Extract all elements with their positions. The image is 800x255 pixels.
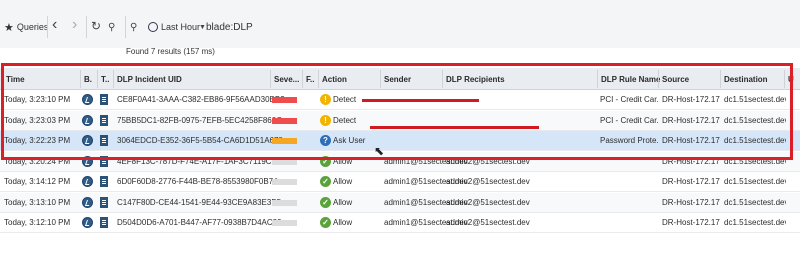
uid-cell: C147F80D-CE44-1541-9E44-93CE9A83E3B5	[117, 197, 282, 207]
time-cell: Today, 3:14:12 PM	[4, 177, 71, 186]
refresh-icon[interactable]: ↻	[91, 19, 101, 33]
time-range-selector[interactable]: Last Hour	[161, 20, 200, 34]
blade-icon	[82, 217, 93, 228]
toolbar: ★ Queries ‹ › ↻ ⚲ ⚲ Last Hour ▼ Found 7 …	[0, 0, 800, 56]
source-cell: DR-Host-172.17...	[662, 218, 720, 227]
search-icon[interactable]: ⚲	[130, 20, 137, 34]
severity-bar	[272, 199, 297, 206]
log-viewer: ★ Queries ‹ › ↻ ⚲ ⚲ Last Hour ▼ Found 7 …	[0, 0, 800, 255]
table-row[interactable]: Today, 3:14:12 PM 6D0F60D8-2776-F44B-BE78…	[0, 172, 800, 192]
back-icon[interactable]: ‹	[52, 16, 57, 33]
forward-icon[interactable]: ›	[72, 16, 77, 33]
case-search-icon[interactable]: ⚲	[108, 20, 115, 34]
table-row[interactable]: Today, 3:13:10 PM C147F80D-CE44-1541-9E44…	[0, 192, 800, 213]
annotation-highlight-box	[1, 63, 793, 160]
action-label: Allow	[333, 177, 353, 186]
queries-button[interactable]: ★ Queries	[4, 20, 48, 34]
row-divider	[0, 232, 800, 233]
severity-bar	[272, 179, 297, 185]
source-cell: DR-Host-172.17...	[662, 197, 720, 207]
log-type-icon	[100, 176, 108, 187]
uid-cell: D504D0D6-A701-B447-AF77-0938B7D4AC39	[117, 218, 282, 227]
queries-label: Queries	[16, 22, 49, 32]
allow-icon: ✓	[320, 176, 331, 187]
log-type-icon	[100, 196, 108, 208]
toolbar-divider	[47, 16, 48, 38]
destination-cell: dc1.51sectest.dev	[724, 197, 786, 207]
result-summary: Found 7 results (157 ms)	[126, 47, 215, 56]
toolbar-divider	[125, 16, 126, 38]
caret-down-icon[interactable]: ▼	[199, 20, 206, 34]
recipients-cell: admin2@51sectest.dev	[446, 177, 530, 186]
severity-bar	[272, 220, 297, 226]
recipients-cell: admin2@51sectest.dev	[446, 197, 530, 207]
recipients-cell: admin2@51sectest.dev	[446, 218, 530, 227]
query-input[interactable]	[206, 18, 796, 36]
clock-icon	[148, 22, 158, 32]
allow-icon: ✓	[320, 196, 331, 208]
allow-icon: ✓	[320, 217, 331, 228]
time-cell: Today, 3:12:10 PM	[4, 218, 71, 227]
action-label: Allow	[333, 197, 353, 207]
action-label: Allow	[333, 218, 353, 227]
star-icon: ★	[4, 21, 14, 34]
mouse-cursor-icon: ⬉	[374, 144, 385, 158]
source-cell: DR-Host-172.17...	[662, 177, 720, 186]
time-cell: Today, 3:13:10 PM	[4, 197, 71, 207]
destination-cell: dc1.51sectest.dev	[724, 177, 786, 186]
toolbar-divider	[86, 16, 87, 38]
log-type-icon	[100, 217, 108, 228]
blade-icon	[82, 196, 93, 208]
blade-icon	[82, 176, 93, 187]
table-row[interactable]: Today, 3:12:10 PM D504D0D6-A701-B447-AF77…	[0, 213, 800, 233]
uid-cell: 6D0F60D8-2776-F44B-BE78-8553980F0B74	[117, 177, 278, 186]
destination-cell: dc1.51sectest.dev	[724, 218, 786, 227]
